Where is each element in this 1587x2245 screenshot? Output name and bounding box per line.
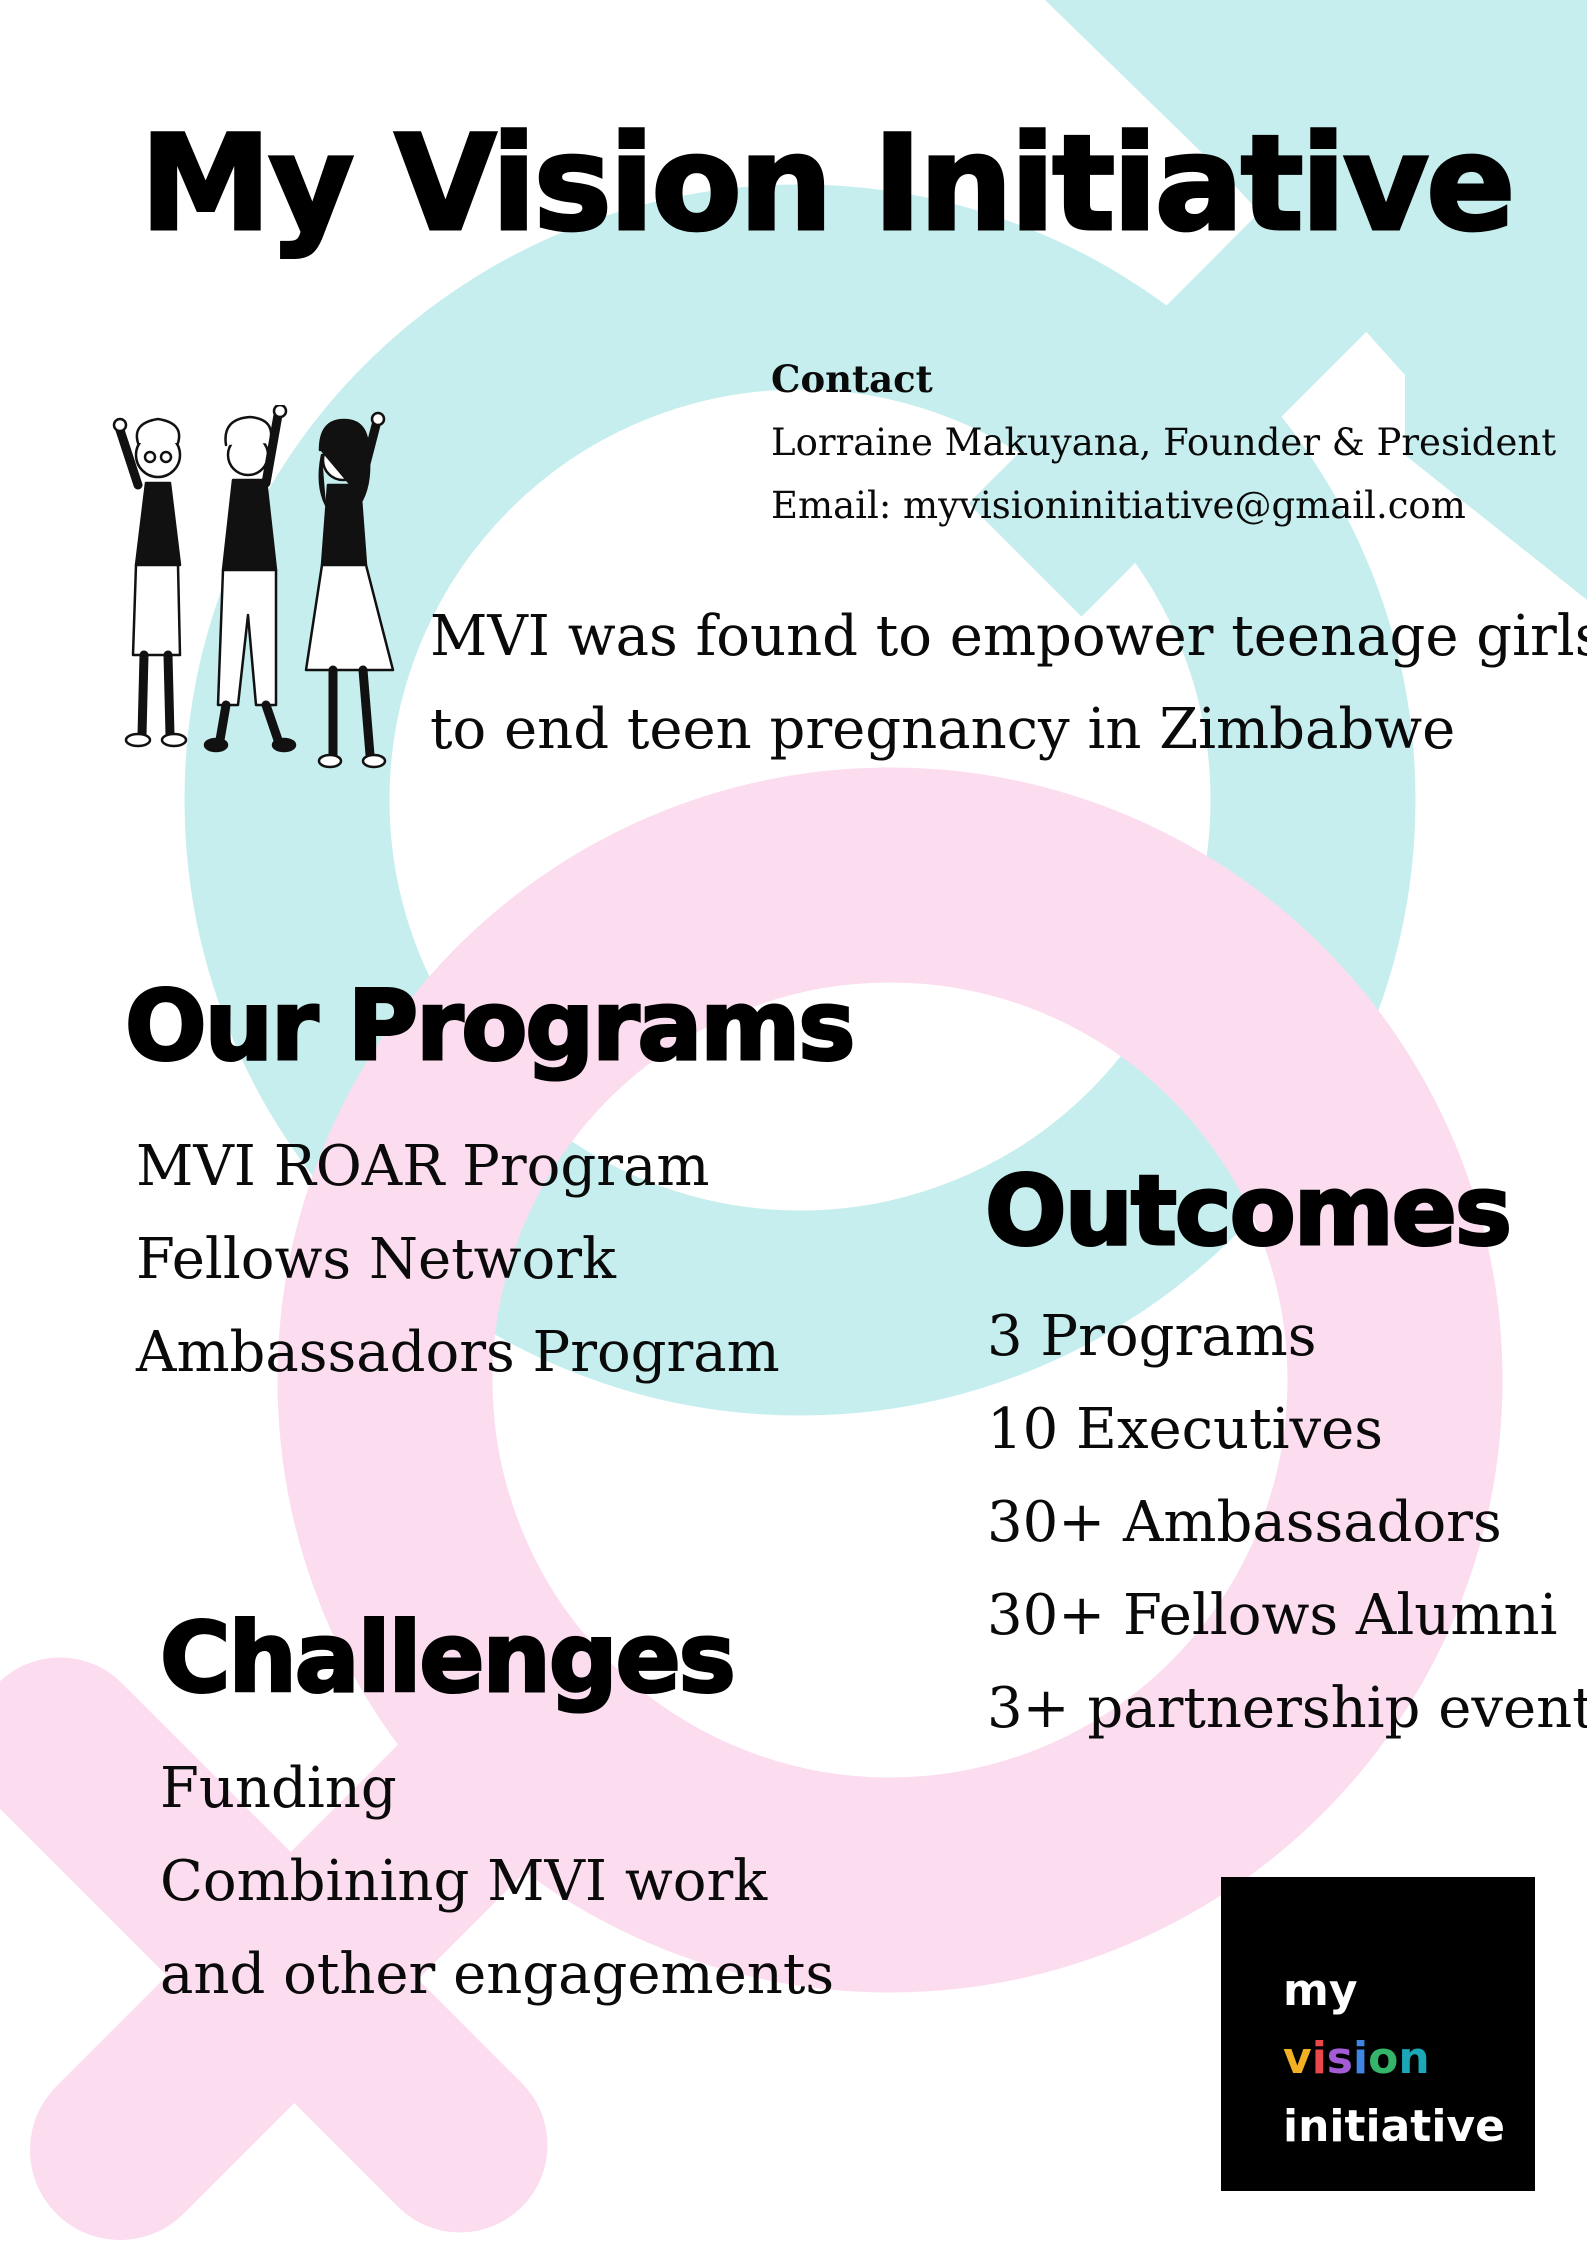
woman-2-figure: [203, 405, 297, 753]
list-item: Funding: [160, 1756, 397, 1821]
page-title: My Vision Initiative: [139, 107, 1518, 261]
programs-heading: Our Programs: [123, 970, 856, 1082]
list-item: 10 Executives: [987, 1397, 1384, 1462]
contact-block: Contact Lorraine Makuyana, Founder & Pre…: [771, 348, 1556, 537]
list-item: Fellows Network: [136, 1227, 616, 1292]
mission-statement: MVI was found to empower teenage girls t…: [430, 590, 1587, 776]
logo-line-initiative: initiative: [1283, 2101, 1505, 2152]
programs-list: MVI ROAR Program Fellows Network Ambassa…: [136, 1120, 780, 1399]
outcomes-list: 3 Programs 10 Executives 30+ Ambassadors…: [987, 1290, 1587, 1755]
logo-line-vision: vision: [1283, 2025, 1535, 2093]
list-item: MVI ROAR Program: [136, 1134, 710, 1199]
list-item: Combining MVI work: [160, 1849, 768, 1914]
woman-1-figure: [112, 417, 188, 748]
mission-line-1: MVI was found to empower teenage girls: [430, 604, 1587, 669]
logo-letter: n: [1398, 2033, 1430, 2084]
contact-heading: Contact: [771, 357, 933, 401]
list-item: Ambassadors Program: [136, 1320, 780, 1385]
contact-name: Lorraine Makuyana, Founder & President: [771, 421, 1557, 464]
mission-line-2: to end teen pregnancy in Zimbabwe: [430, 697, 1456, 762]
challenges-list: Funding Combining MVI work and other eng…: [160, 1742, 834, 2021]
list-item: 3+ partnership events: [987, 1676, 1587, 1741]
challenges-heading: Challenges: [159, 1602, 738, 1714]
logo-line-my: my: [1283, 1965, 1358, 2016]
raised-fist-women-illustration: [112, 405, 395, 769]
logo-letter: o: [1368, 2033, 1399, 2084]
outcomes-heading: Outcomes: [984, 1155, 1514, 1267]
contact-email: Email: myvisioninitiative@gmail.com: [771, 484, 1466, 527]
list-item: 30+ Ambassadors: [987, 1490, 1502, 1555]
logo-letter: v: [1283, 2033, 1312, 2084]
mvi-logo: my vision initiative: [1221, 1877, 1535, 2191]
list-item: 30+ Fellows Alumni: [987, 1583, 1558, 1648]
list-item: and other engagements: [160, 1942, 835, 2007]
logo-letter: i: [1311, 2033, 1327, 2084]
logo-letter: i: [1352, 2033, 1369, 2084]
logo-letter: s: [1326, 2033, 1353, 2084]
list-item: 3 Programs: [987, 1304, 1317, 1369]
woman-3-figure: [304, 411, 395, 769]
